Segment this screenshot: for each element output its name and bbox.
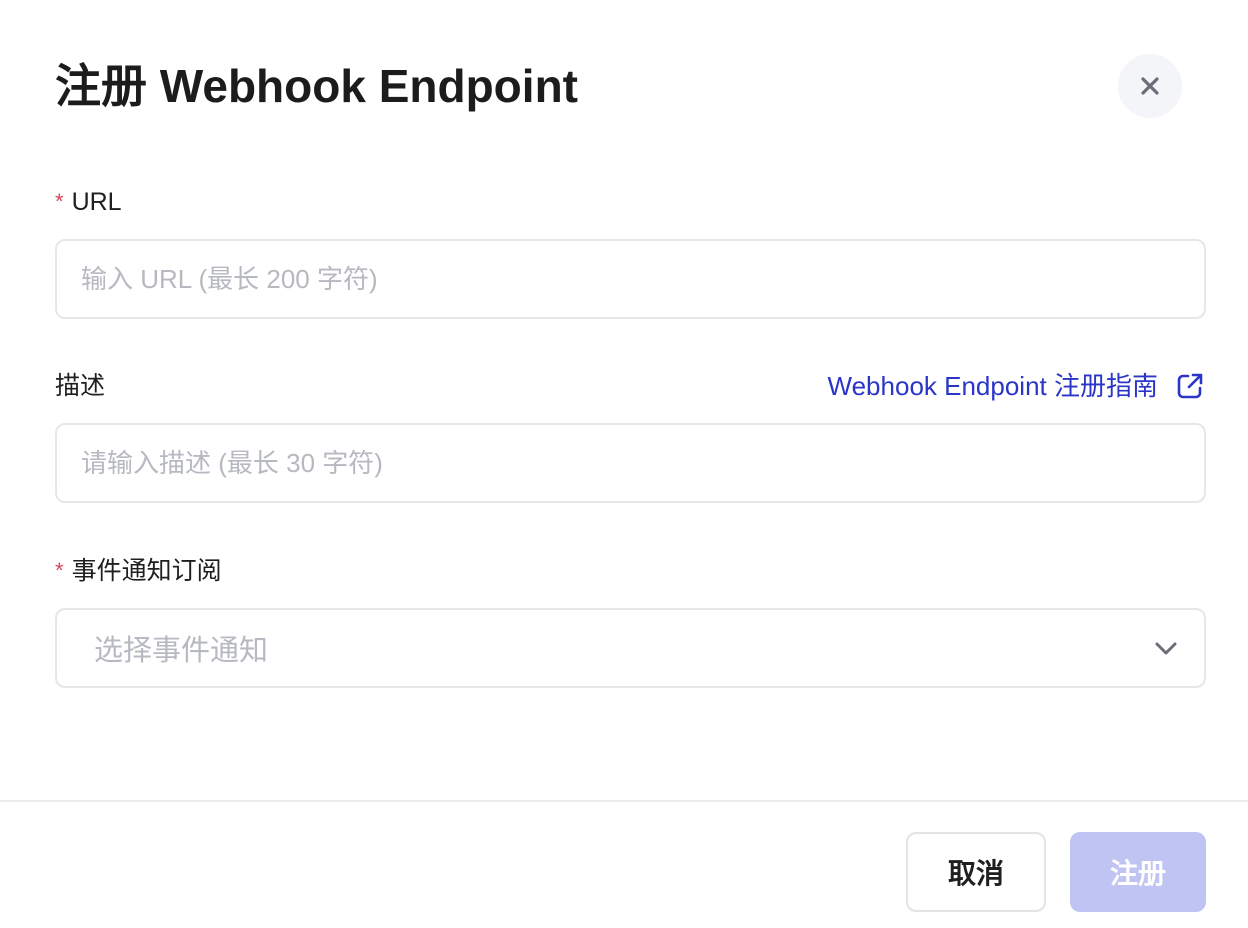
- description-label: 描述: [55, 370, 105, 402]
- external-link-icon: [1174, 370, 1206, 402]
- register-webhook-dialog: 注册 Webhook Endpoint * URL 描述 Webhook End…: [0, 0, 1248, 928]
- url-label-text: URL: [71, 188, 122, 216]
- required-mark: *: [55, 558, 64, 583]
- close-icon: [1139, 75, 1161, 97]
- guide-link-text: Webhook Endpoint 注册指南: [827, 371, 1158, 401]
- description-label-text: 描述: [55, 372, 106, 400]
- events-label: * 事件通知订阅: [55, 555, 222, 587]
- required-mark: *: [55, 189, 64, 214]
- close-button[interactable]: [1118, 54, 1182, 118]
- event-select[interactable]: 选择事件通知: [55, 608, 1206, 688]
- url-label: * URL: [55, 186, 122, 218]
- event-select-placeholder: 选择事件通知: [94, 635, 269, 667]
- register-button[interactable]: 注册: [1070, 832, 1206, 912]
- chevron-down-icon: [1152, 634, 1180, 662]
- registration-guide-link[interactable]: Webhook Endpoint 注册指南: [828, 368, 1206, 404]
- dialog-title: 注册 Webhook Endpoint: [55, 60, 578, 112]
- description-input[interactable]: [55, 423, 1206, 503]
- cancel-button[interactable]: 取消: [906, 832, 1046, 912]
- footer-divider: [0, 800, 1248, 802]
- url-input[interactable]: [55, 239, 1206, 319]
- events-label-text: 事件通知订阅: [71, 557, 222, 585]
